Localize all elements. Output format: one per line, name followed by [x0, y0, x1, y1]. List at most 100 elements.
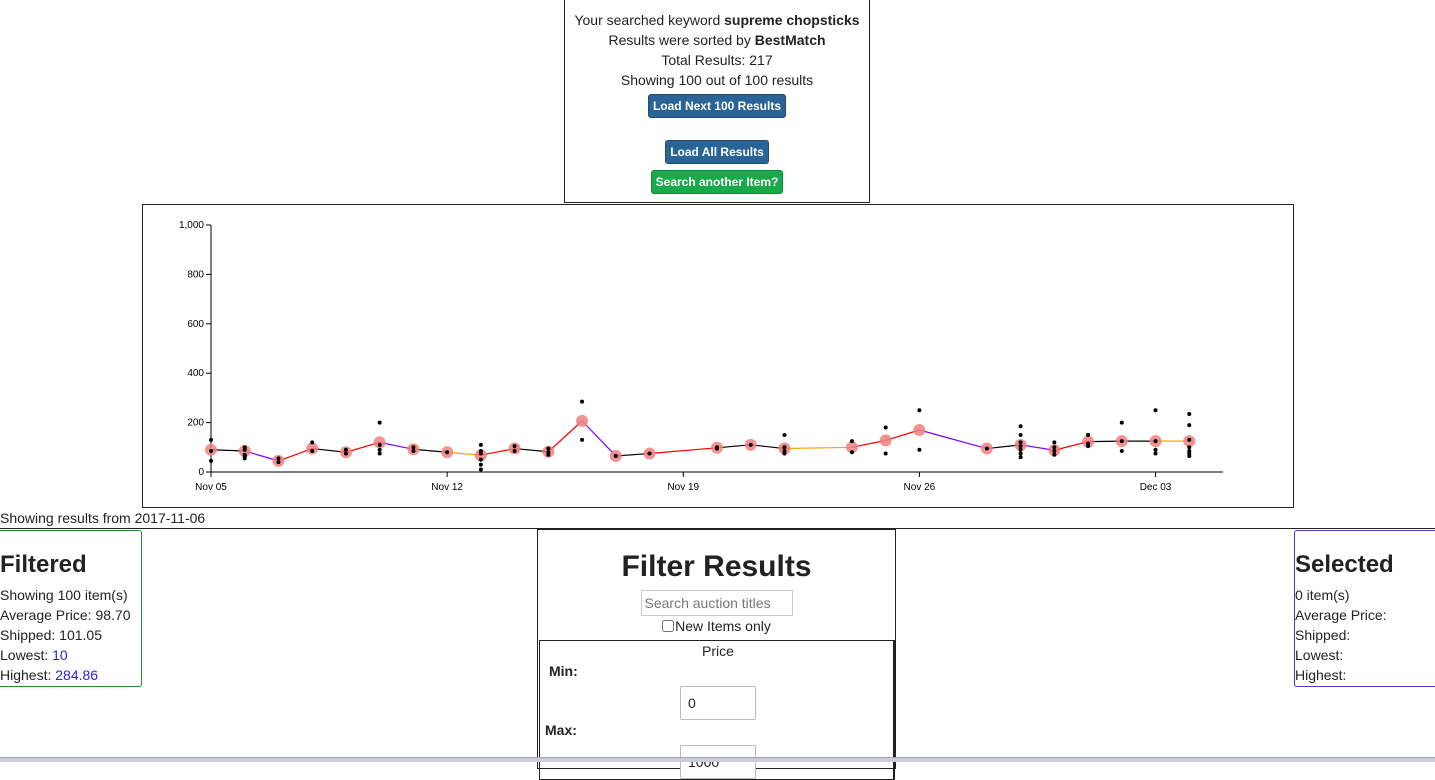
filtered-shipped-value: 101.05: [59, 627, 102, 643]
data-point: [1187, 423, 1191, 427]
filtered-highest-row: Highest: 284.86: [0, 665, 141, 685]
data-point: [1120, 421, 1124, 425]
trend-segment: [784, 447, 851, 448]
data-point: [378, 421, 382, 425]
showing-count: Showing 100 out of 100 results: [565, 70, 869, 90]
selected-count: 0 item(s): [1295, 585, 1435, 605]
min-price-input[interactable]: [680, 686, 756, 720]
total-results: Total Results: 217: [565, 50, 869, 70]
data-point: [1154, 439, 1158, 443]
search-titles-input[interactable]: [641, 590, 793, 616]
y-tick-label: 200: [187, 418, 204, 429]
data-point: [782, 451, 786, 455]
data-point: [276, 456, 280, 460]
data-point: [378, 448, 382, 452]
y-tick-label: 1,000: [179, 220, 204, 231]
data-point: [243, 456, 247, 460]
average-marker: [576, 415, 588, 427]
filtered-lowest-row: Lowest: 10: [0, 645, 141, 665]
keyword-line: Your searched keyword supreme chopsticks: [565, 10, 869, 30]
filtered-shipped-label: Shipped:: [0, 627, 55, 643]
y-tick-label: 800: [187, 269, 204, 280]
average-marker: [880, 434, 892, 446]
data-point: [411, 445, 415, 449]
filtered-lowest-link[interactable]: 10: [52, 647, 68, 663]
max-label: Max:: [545, 722, 577, 738]
data-point: [1086, 444, 1090, 448]
x-tick-label: Nov 12: [431, 482, 463, 493]
filtered-shipped-row: Shipped: 101.05: [0, 625, 141, 645]
filter-panel: Filter Results New Items only Price Min:…: [537, 529, 896, 769]
sorted-value: BestMatch: [755, 32, 826, 48]
data-point: [513, 449, 517, 453]
filtered-stats-panel: Filtered Showing 100 item(s) Average Pri…: [0, 530, 142, 687]
data-point: [850, 450, 854, 454]
min-label: Min:: [549, 663, 578, 679]
data-point: [1187, 454, 1191, 458]
load-next-button[interactable]: Load Next 100 Results: [648, 94, 786, 118]
data-point: [276, 460, 280, 464]
selected-stats-panel: Selected 0 item(s) Average Price: Shippe…: [1294, 530, 1435, 687]
data-point: [1154, 448, 1158, 452]
data-point: [985, 447, 989, 451]
data-point: [749, 443, 753, 447]
data-point: [614, 454, 618, 458]
selected-average-label: Average Price:: [1295, 605, 1435, 625]
x-tick-label: Dec 03: [1140, 482, 1172, 493]
x-tick-label: Nov 19: [667, 482, 699, 493]
data-point: [884, 451, 888, 455]
data-point: [1052, 440, 1056, 444]
keyword-value: supreme chopsticks: [724, 12, 859, 28]
new-items-label: New Items only: [675, 618, 771, 634]
trend-segment: [919, 430, 986, 449]
data-point: [546, 447, 550, 451]
data-point: [1019, 424, 1023, 428]
price-chart[interactable]: 02004006008001,000Nov 05Nov 12Nov 19Nov …: [142, 204, 1294, 508]
data-point: [445, 450, 449, 454]
price-chart-svg[interactable]: 02004006008001,000Nov 05Nov 12Nov 19Nov …: [143, 205, 1293, 507]
data-point: [344, 451, 348, 455]
data-point: [1019, 455, 1023, 459]
selected-lowest-label: Lowest:: [1295, 645, 1435, 665]
data-point: [1154, 451, 1158, 455]
data-point: [479, 443, 483, 447]
data-point: [479, 451, 483, 455]
data-point: [1052, 445, 1056, 449]
filter-title: Filter Results: [538, 550, 895, 584]
y-tick-label: 400: [187, 368, 204, 379]
data-point: [1052, 449, 1056, 453]
new-items-checkbox[interactable]: [662, 620, 674, 632]
data-point: [344, 448, 348, 452]
trend-segment: [582, 421, 616, 456]
selected-title: Selected: [1295, 551, 1435, 579]
data-point: [1019, 451, 1023, 455]
horizontal-scrollbar[interactable]: [0, 757, 1435, 762]
data-point: [209, 459, 213, 463]
data-point: [782, 433, 786, 437]
sorted-prefix: Results were sorted by: [608, 32, 750, 48]
search-another-button[interactable]: Search another Item?: [651, 170, 784, 194]
data-point: [1154, 408, 1158, 412]
filtered-average-value: 98.70: [95, 607, 130, 623]
data-point: [884, 426, 888, 430]
data-point: [209, 438, 213, 442]
new-items-row: New Items only: [538, 618, 895, 634]
filtered-highest-link[interactable]: 284.86: [55, 667, 98, 683]
load-all-button[interactable]: Load All Results: [665, 140, 769, 164]
data-point: [1086, 433, 1090, 437]
selected-shipped-label: Shipped:: [1295, 625, 1435, 645]
data-point: [310, 449, 314, 453]
data-point: [479, 468, 483, 472]
sorted-line: Results were sorted by BestMatch: [565, 30, 869, 50]
data-point: [378, 451, 382, 455]
data-point: [513, 444, 517, 448]
data-point: [310, 440, 314, 444]
data-point: [479, 458, 483, 462]
price-title: Price: [540, 643, 896, 659]
data-point: [546, 453, 550, 457]
keyword-prefix: Your searched keyword: [574, 12, 720, 28]
data-point: [917, 448, 921, 452]
max-price-input[interactable]: [680, 745, 756, 779]
search-summary-panel: Your searched keyword supreme chopsticks…: [564, 0, 870, 203]
data-point: [1120, 449, 1124, 453]
